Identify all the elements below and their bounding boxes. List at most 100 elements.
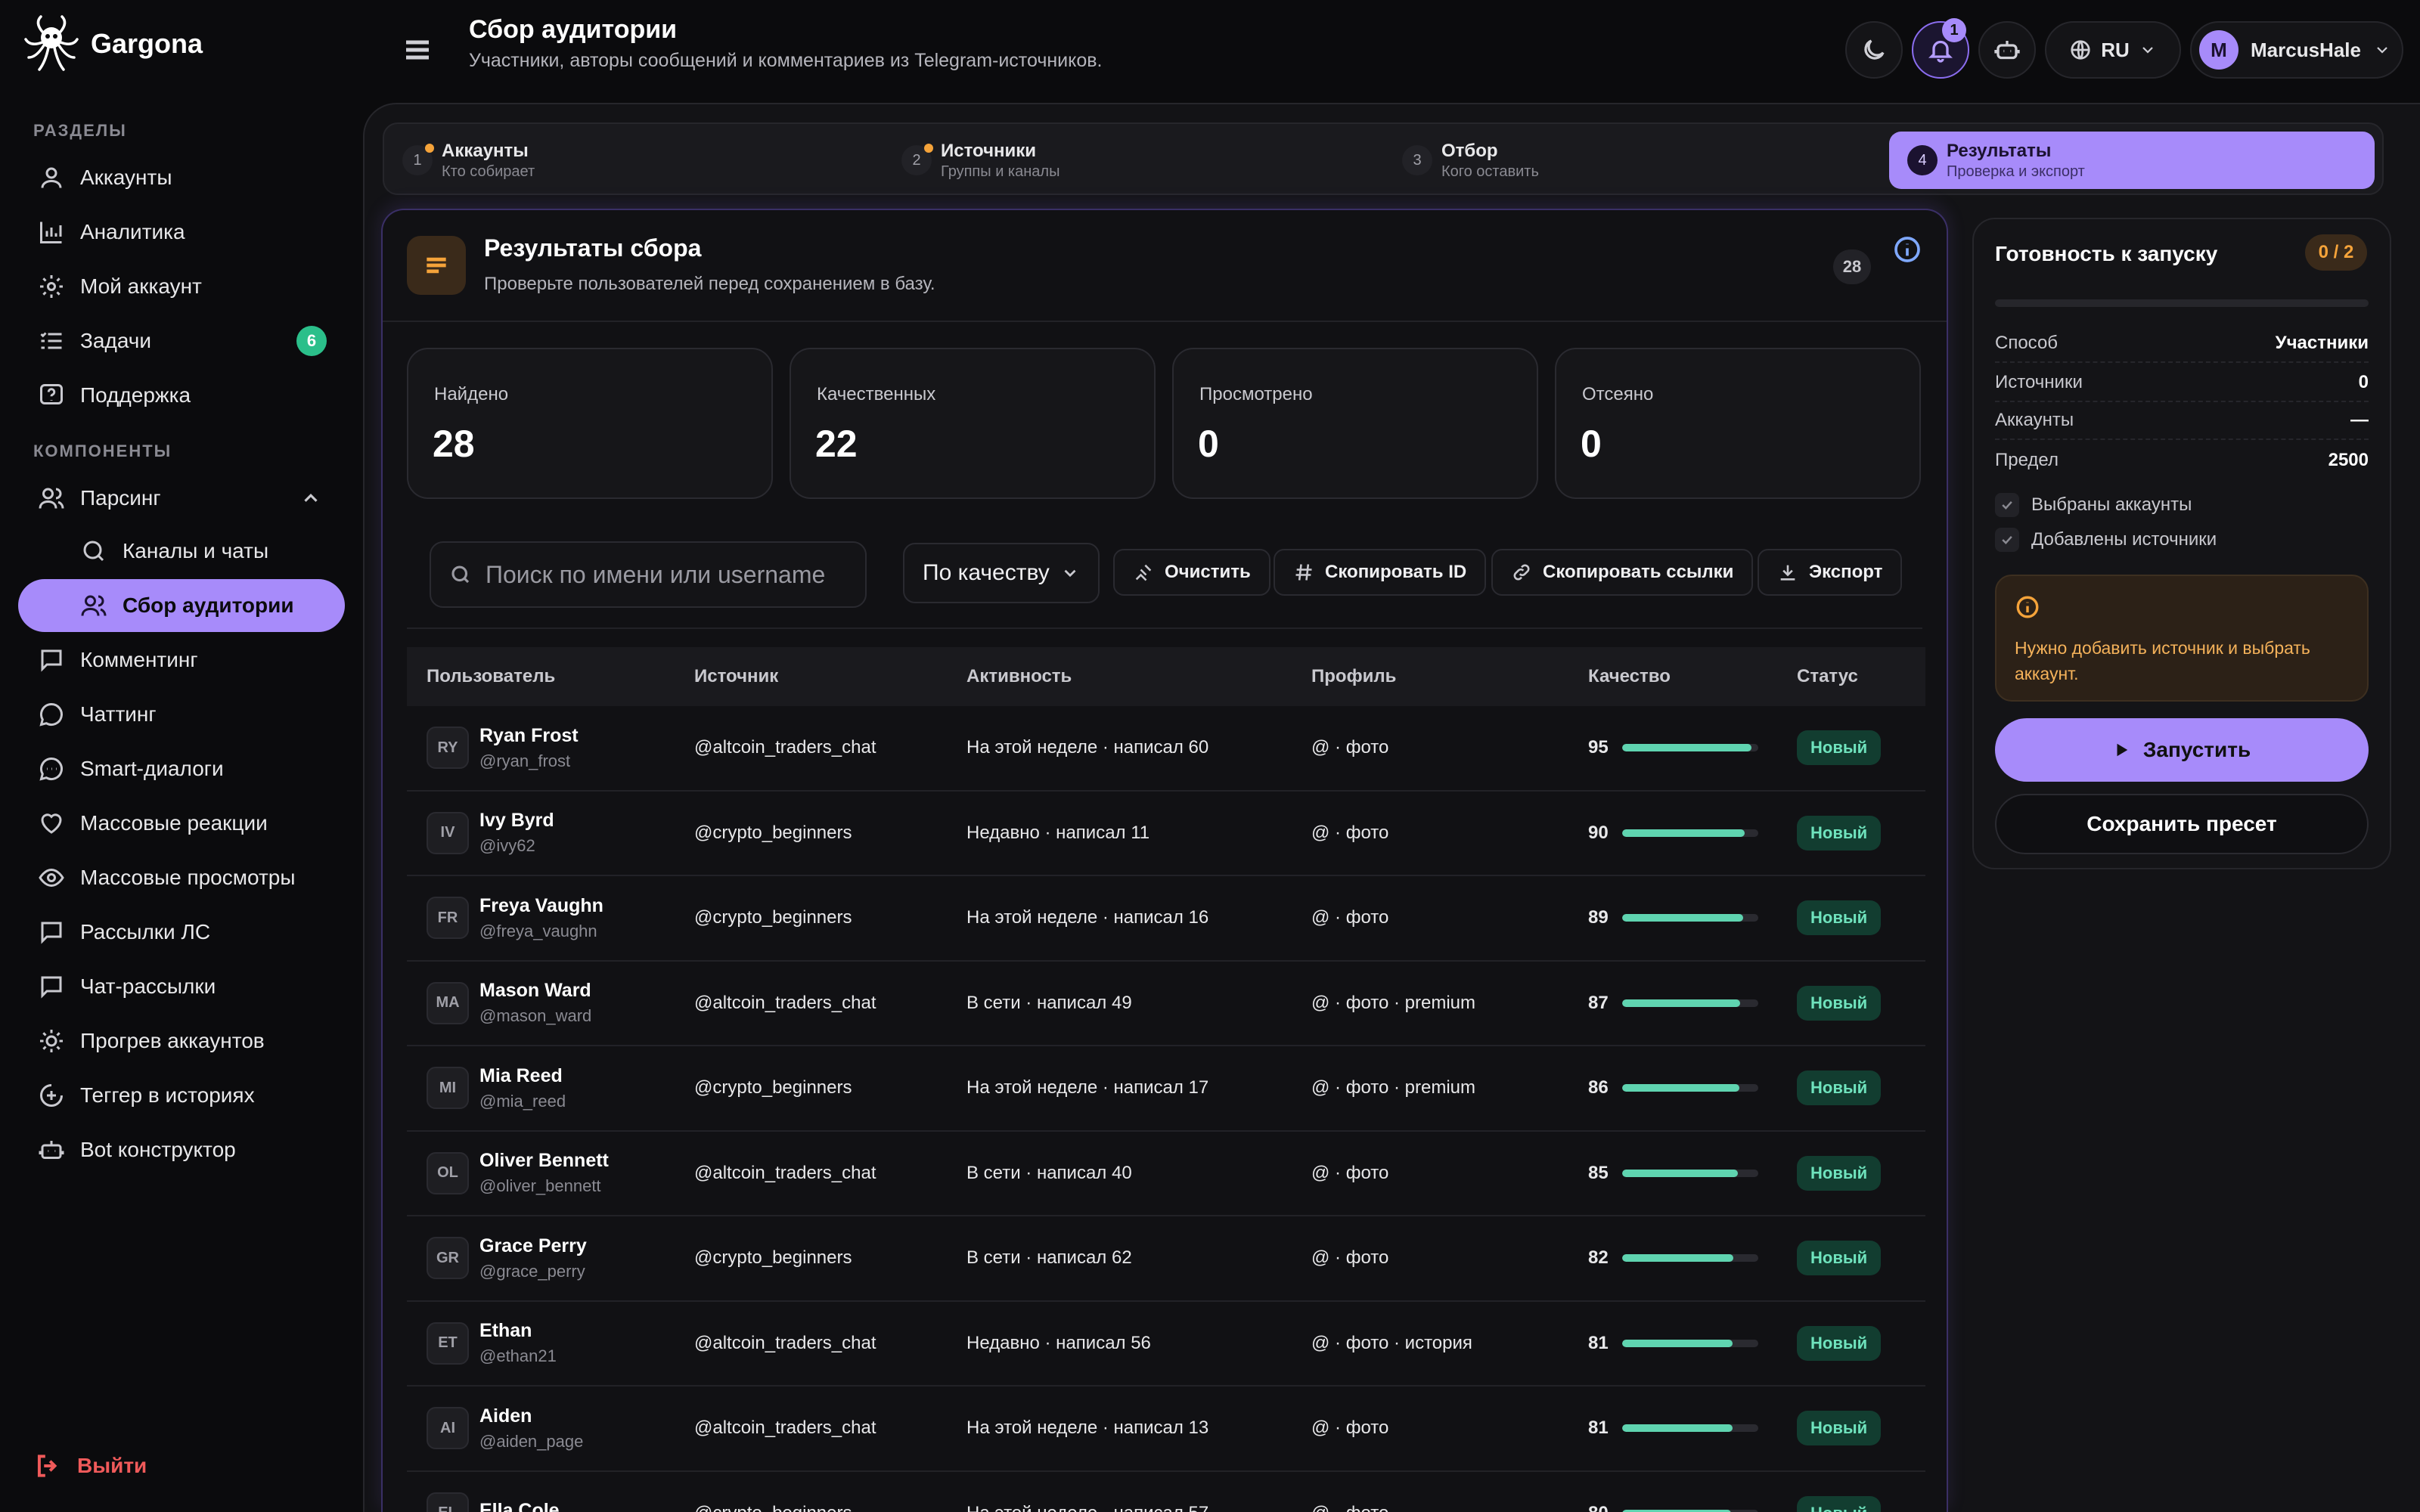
column-header[interactable]: Источник — [694, 666, 778, 687]
sidebar-item-my-account[interactable]: Мой аккаунт — [18, 260, 345, 313]
table-body: RY Ryan Frost @ryan_frost @altcoin_traders_… — [407, 706, 1925, 1512]
status-badge: Новый — [1797, 900, 1882, 936]
source-cell: @crypto_beginners — [694, 822, 852, 843]
copy-links-label: Скопировать ссылки — [1543, 562, 1734, 582]
column-header[interactable]: Пользователь — [427, 666, 555, 687]
step-results[interactable]: 4 Результаты Проверка и экспорт — [1889, 132, 2375, 189]
stat-viewed: Просмотрено 0 — [1172, 348, 1538, 499]
stat-value: 0 — [1198, 423, 1219, 465]
comment-icon — [36, 645, 67, 675]
quality-score: 89 — [1588, 907, 1609, 928]
theme-toggle-button[interactable] — [1845, 21, 1903, 79]
users-icon — [79, 590, 109, 621]
user-name: Mason Ward — [479, 980, 591, 1002]
logout-button[interactable]: Выйти — [33, 1452, 147, 1480]
search-input[interactable] — [486, 560, 864, 589]
sidebar-item-parsing[interactable]: Парсинг — [18, 472, 345, 525]
table-row[interactable]: EL Ella Cole @crypto_beginners На этой неде… — [407, 1472, 1925, 1512]
table-row[interactable]: AI Aiden @aiden_page @altcoin_traders_chat Н… — [407, 1387, 1925, 1472]
section-label-components: КОМПОНЕНТЫ — [33, 442, 172, 460]
source-cell: @altcoin_traders_chat — [694, 1162, 876, 1183]
status-badge: Новый — [1797, 1411, 1882, 1446]
column-header[interactable]: Профиль — [1311, 666, 1396, 687]
sidebar-item-audience-collection[interactable]: Сбор аудитории — [18, 579, 345, 632]
user-menu-button[interactable]: M MarcusHale — [2190, 21, 2403, 79]
sidebar-item-mass-views[interactable]: Массовые просмотры — [18, 851, 345, 904]
sidebar-item-account-warmup[interactable]: Прогрев аккаунтов — [18, 1015, 345, 1067]
step-selection[interactable]: 3 Отбор Кого оставить — [1384, 132, 1868, 189]
user-handle: @freya_vaughn — [479, 921, 597, 940]
notifications-button[interactable]: 1 — [1912, 18, 1969, 79]
activity-cell: На этой неделе · написал 13 — [966, 1418, 1209, 1439]
table-row[interactable]: MA Mason Ward @mason_ward @altcoin_traders_… — [407, 962, 1925, 1046]
table-row[interactable]: IV Ivy Byrd @ivy62 @crypto_beginners Недавно… — [407, 792, 1925, 876]
user-handle: @ethan21 — [479, 1346, 557, 1366]
table-row[interactable]: RY Ryan Frost @ryan_frost @altcoin_traders_… — [407, 706, 1925, 792]
sidebar-item-tasks[interactable]: Задачи 6 — [18, 314, 345, 367]
info-icon[interactable] — [1892, 234, 1922, 265]
user-avatar: AI — [427, 1407, 469, 1450]
user-avatar: GR — [427, 1237, 469, 1280]
sidebar-item-analytics[interactable]: Аналитика — [18, 206, 345, 259]
bot-button[interactable] — [1978, 21, 2036, 79]
user-name: Ryan Frost — [479, 724, 579, 746]
copy-id-label: Скопировать ID — [1325, 562, 1467, 582]
step-accounts[interactable]: 1 Аккаунты Кто собирает — [384, 132, 868, 189]
sidebar-item-smart-dialogs[interactable]: Smart-диалоги — [18, 742, 345, 795]
run-label: Запустить — [2142, 738, 2251, 761]
clear-button[interactable]: Очистить — [1113, 549, 1270, 596]
sidebar-item-accounts[interactable]: Аккаунты — [18, 151, 345, 204]
copy-links-button[interactable]: Скопировать ссылки — [1491, 549, 1754, 596]
sort-select[interactable]: По качеству — [903, 543, 1100, 603]
column-header[interactable]: Статус — [1797, 666, 1858, 687]
table-row[interactable]: MI Mia Reed @mia_reed @crypto_beginners На э… — [407, 1046, 1925, 1132]
status-badge: Новый — [1797, 1325, 1882, 1361]
sidebar-item-chat-mailings[interactable]: Чат-рассылки — [18, 960, 345, 1013]
user-handle: @ryan_frost — [479, 751, 571, 770]
table-header: Пользователь Источник Активность Профиль… — [407, 647, 1925, 706]
moon-icon — [1864, 39, 1885, 60]
save-preset-button[interactable]: Сохранить пресет — [1995, 794, 2369, 854]
sidebar-item-commenting[interactable]: Комментинг — [18, 634, 345, 686]
column-header[interactable]: Качество — [1588, 666, 1671, 687]
sidebar-item-chatting[interactable]: Чаттинг — [18, 688, 345, 741]
status-cell: Новый — [1797, 1325, 1882, 1361]
sidebar-item-story-tagger[interactable]: Теггер в историях — [18, 1069, 345, 1122]
user-cell: MA Mason Ward @mason_ward — [427, 980, 591, 1026]
user-avatar: IV — [427, 811, 469, 854]
readiness-progress-bar — [1995, 299, 2369, 307]
sidebar-item-channels-chats[interactable]: Каналы и чаты — [18, 525, 345, 578]
readiness-count-badge: 0 / 2 — [2305, 234, 2367, 271]
table-row[interactable]: OL Oliver Bennett @oliver_bennett @altcoin_… — [407, 1132, 1925, 1216]
user-handle: @mason_ward — [479, 1006, 592, 1026]
language-selector[interactable]: RU — [2045, 21, 2181, 79]
sidebar-item-label: Прогрев аккаунтов — [80, 1029, 265, 1052]
results-title: Результаты сбора — [484, 234, 702, 262]
sidebar-item-mass-reactions[interactable]: Массовые реакции — [18, 797, 345, 850]
quality-bar-fill — [1621, 914, 1743, 922]
export-button[interactable]: Экспорт — [1758, 549, 1903, 596]
step-sources[interactable]: 2 Источники Группы и каналы — [883, 132, 1367, 189]
step-warning-dot — [425, 144, 434, 153]
user-cell: GR Grace Perry @grace_perry — [427, 1235, 587, 1281]
table-row[interactable]: ET Ethan @ethan21 @altcoin_traders_chat Неда… — [407, 1302, 1925, 1387]
table-row[interactable]: GR Grace Perry @grace_perry @crypto_beginne… — [407, 1216, 1925, 1302]
chevron-up-icon[interactable] — [299, 487, 322, 510]
quality-bar-fill — [1621, 1169, 1738, 1177]
app-logo[interactable]: Gargona — [20, 12, 203, 76]
sidebar-item-support[interactable]: Поддержка — [18, 369, 345, 422]
stat-label: Качественных — [817, 384, 936, 404]
activity-cell: В сети · написал 40 — [966, 1162, 1132, 1183]
run-button[interactable]: Запустить — [1995, 718, 2369, 782]
quality-cell: 95 — [1588, 737, 1758, 758]
step-subtitle: Проверка и экспорт — [1947, 163, 2085, 180]
column-header[interactable]: Активность — [966, 666, 1072, 687]
menu-toggle-icon[interactable] — [402, 35, 433, 65]
copy-id-button[interactable]: Скопировать ID — [1274, 549, 1487, 596]
stat-filtered: Отсеяно 0 — [1555, 348, 1921, 499]
sidebar-item-dm-mailings[interactable]: Рассылки ЛС — [18, 906, 345, 959]
sidebar-item-label: Аккаунты — [80, 166, 172, 189]
sidebar-item-bot-builder[interactable]: Bot конструктор — [18, 1123, 345, 1176]
table-row[interactable]: FR Freya Vaughn @freya_vaughn @crypto_begin… — [407, 876, 1925, 962]
chevron-down-icon — [2377, 47, 2387, 54]
